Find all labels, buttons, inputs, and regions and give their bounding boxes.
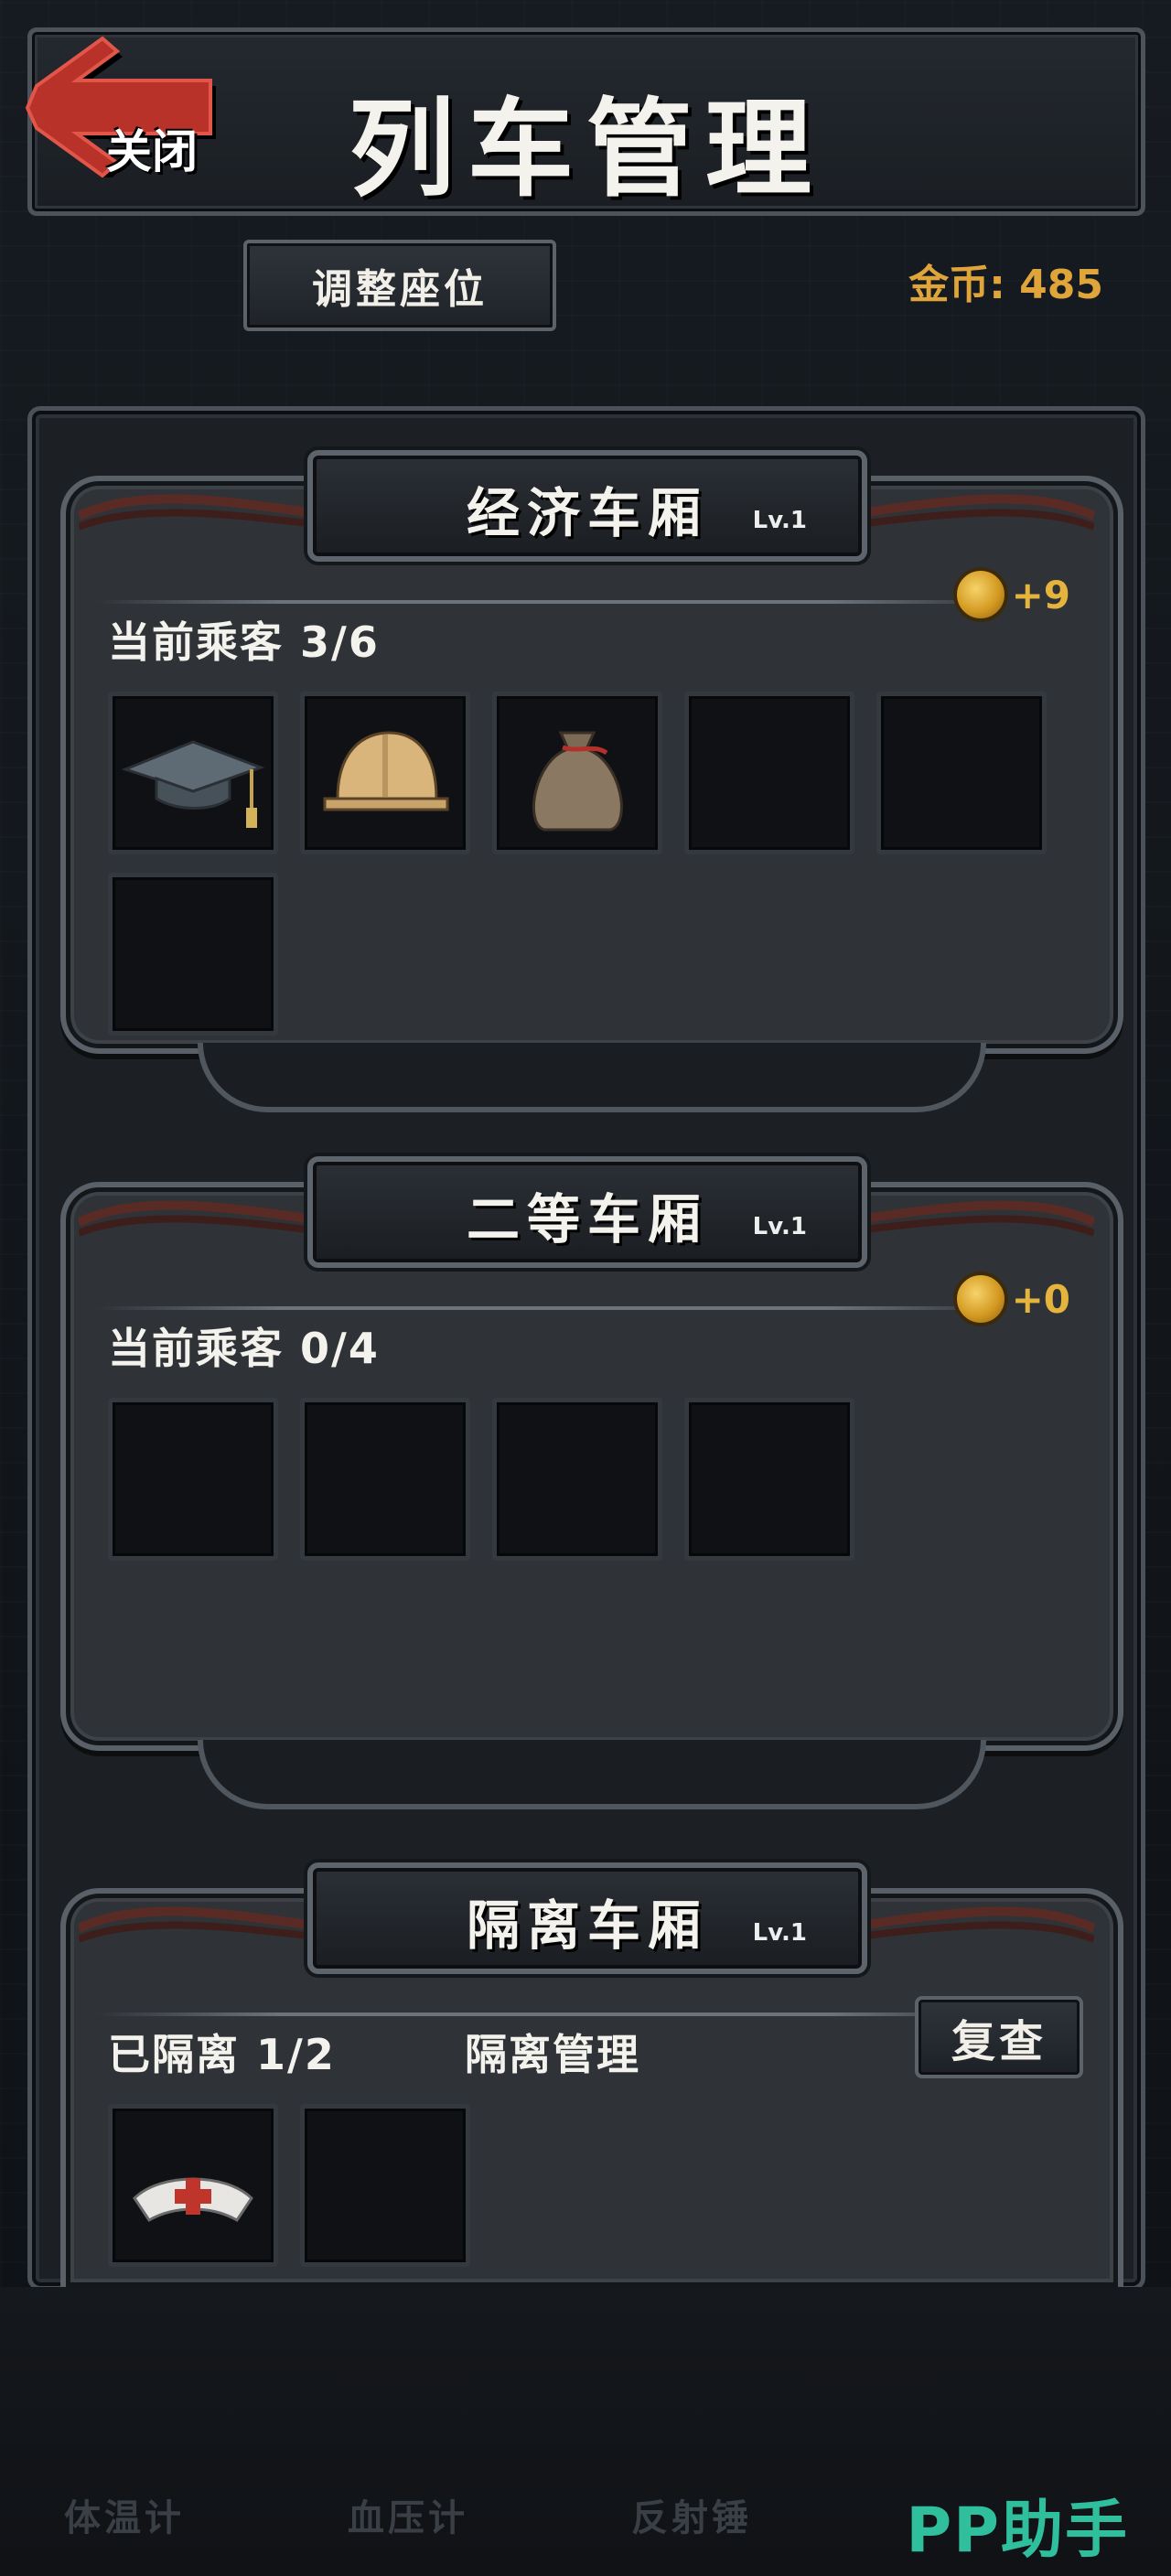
car-title-plate: 二等车厢 Lv.1	[307, 1156, 867, 1268]
passenger-slot[interactable]	[492, 1398, 662, 1561]
cable-ornament-right	[865, 494, 1094, 531]
close-label: 关闭	[106, 125, 198, 178]
passenger-slot[interactable]	[684, 692, 854, 854]
tab-reflex-hammer[interactable]: 反射锤	[631, 2488, 752, 2541]
passenger-count: 当前乘客 0/4	[108, 1324, 380, 1373]
cable-ornament-right	[865, 1906, 1094, 1943]
isolation-management-label[interactable]: 隔离管理	[465, 2022, 640, 2082]
isolation-slot[interactable]	[300, 2104, 470, 2267]
hard-hat-icon	[323, 731, 449, 811]
car-title-plate: 经济车厢 Lv.1	[307, 450, 867, 562]
car-level: Lv.1	[752, 1213, 807, 1240]
car-title-plate: 隔离车厢 Lv.1	[307, 1862, 867, 1974]
cable-ornament-left	[79, 1200, 307, 1237]
passenger-count: 当前乘客 3/6	[108, 617, 380, 667]
passenger-slot[interactable]	[684, 1398, 854, 1561]
recheck-button[interactable]: 复查	[915, 1996, 1083, 2078]
nurse-cap-icon	[133, 2177, 253, 2222]
graduation-cap-icon	[121, 740, 265, 828]
tab-blood-pressure[interactable]: 血压计	[348, 2488, 468, 2541]
car-income: +9	[952, 567, 1070, 622]
car-level: Lv.1	[752, 1919, 807, 1947]
car-undercarriage	[198, 1740, 986, 1809]
cable-ornament-left	[79, 494, 307, 531]
isolated-count: 已隔离 1/2	[108, 2030, 336, 2079]
watermark-logo: PP助手	[906, 2495, 1129, 2567]
passenger-slot[interactable]	[300, 1398, 470, 1561]
passenger-slot[interactable]	[108, 692, 278, 854]
passenger-slot[interactable]	[108, 1398, 278, 1561]
coin-icon	[952, 1272, 1008, 1326]
passenger-slot[interactable]	[300, 692, 470, 854]
cable-ornament-right	[865, 1200, 1094, 1237]
divider	[97, 1306, 1012, 1310]
coin-balance: 金币: 485	[908, 262, 1103, 308]
coin-icon	[952, 567, 1008, 622]
close-button[interactable]: 关闭	[18, 31, 229, 178]
divider	[97, 600, 1012, 604]
car-income: +0	[952, 1272, 1070, 1326]
adjust-seats-button[interactable]: 调整座位	[243, 240, 556, 331]
tab-thermometer[interactable]: 体温计	[64, 2488, 185, 2541]
car-undercarriage	[198, 1043, 986, 1112]
passenger-slot[interactable]	[876, 692, 1047, 854]
isolation-slot[interactable]	[108, 2104, 278, 2267]
cable-ornament-left	[79, 1906, 307, 1943]
money-sack-icon	[532, 731, 623, 832]
car-level: Lv.1	[752, 507, 807, 534]
divider	[97, 2012, 1012, 2016]
passenger-slot[interactable]	[492, 692, 662, 854]
passenger-slot[interactable]	[108, 873, 278, 1036]
